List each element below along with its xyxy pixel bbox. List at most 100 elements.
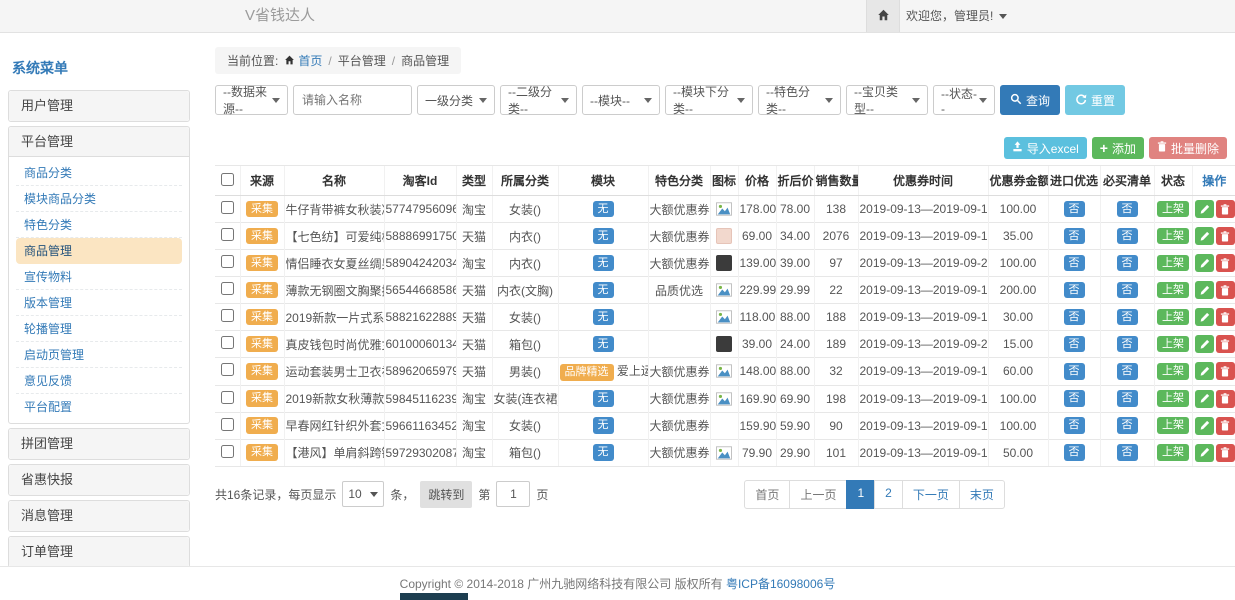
- sidebar-group-header[interactable]: 订单管理: [9, 537, 189, 567]
- jump-button[interactable]: 跳转到: [420, 481, 472, 508]
- sidebar-group-header[interactable]: 拼团管理: [9, 429, 189, 459]
- filter-select[interactable]: --二级分类--: [500, 85, 577, 115]
- delete-button[interactable]: [1216, 335, 1235, 353]
- select-all-checkbox[interactable]: [221, 173, 234, 186]
- filter-select[interactable]: --数据来源--: [215, 85, 288, 115]
- edit-button[interactable]: [1195, 200, 1214, 218]
- status-badge[interactable]: 上架: [1157, 390, 1189, 407]
- batch-delete-button[interactable]: 批量删除: [1149, 137, 1227, 159]
- sidebar-group-header[interactable]: 消息管理: [9, 501, 189, 531]
- must-buy-badge[interactable]: 否: [1117, 201, 1138, 218]
- edit-button[interactable]: [1195, 362, 1214, 380]
- page-button[interactable]: 下一页: [902, 480, 960, 509]
- must-buy-badge[interactable]: 否: [1117, 228, 1138, 245]
- status-badge[interactable]: 上架: [1157, 255, 1189, 272]
- add-button[interactable]: + 添加: [1092, 137, 1144, 159]
- import-select-badge[interactable]: 否: [1064, 255, 1085, 272]
- import-select-badge[interactable]: 否: [1064, 444, 1085, 461]
- row-checkbox[interactable]: [221, 309, 234, 322]
- name-filter-input[interactable]: [293, 85, 412, 115]
- must-buy-badge[interactable]: 否: [1117, 336, 1138, 353]
- page-button[interactable]: 末页: [959, 480, 1005, 509]
- must-buy-badge[interactable]: 否: [1117, 282, 1138, 299]
- must-buy-badge[interactable]: 否: [1117, 390, 1138, 407]
- sidebar-item[interactable]: 启动页管理: [16, 342, 182, 368]
- user-menu[interactable]: 欢迎您，管理员!: [906, 0, 1007, 32]
- per-page-select[interactable]: 10: [342, 481, 384, 507]
- sidebar-group-header[interactable]: 省惠快报: [9, 465, 189, 495]
- status-badge[interactable]: 上架: [1157, 417, 1189, 434]
- row-checkbox[interactable]: [221, 255, 234, 268]
- jump-page-input[interactable]: [496, 481, 530, 507]
- import-select-badge[interactable]: 否: [1064, 336, 1085, 353]
- status-badge[interactable]: 上架: [1157, 444, 1189, 461]
- row-checkbox[interactable]: [221, 201, 234, 214]
- reset-button[interactable]: 重置: [1065, 85, 1125, 115]
- delete-button[interactable]: [1216, 362, 1235, 380]
- home-button[interactable]: [866, 0, 900, 32]
- must-buy-badge[interactable]: 否: [1117, 417, 1138, 434]
- breadcrumb-home-link[interactable]: 首页: [284, 52, 322, 69]
- status-badge[interactable]: 上架: [1157, 336, 1189, 353]
- import-select-badge[interactable]: 否: [1064, 201, 1085, 218]
- filter-select[interactable]: 一级分类: [417, 85, 495, 115]
- must-buy-badge[interactable]: 否: [1117, 309, 1138, 326]
- sidebar-item[interactable]: 特色分类: [16, 212, 182, 238]
- filter-select[interactable]: --特色分类--: [758, 85, 841, 115]
- sidebar-item[interactable]: 商品管理: [16, 238, 182, 264]
- import-select-badge[interactable]: 否: [1064, 417, 1085, 434]
- status-badge[interactable]: 上架: [1157, 363, 1189, 380]
- sidebar-item[interactable]: 轮播管理: [16, 316, 182, 342]
- edit-button[interactable]: [1195, 444, 1214, 462]
- edit-button[interactable]: [1195, 308, 1214, 326]
- sidebar-group-header[interactable]: 平台管理: [9, 127, 189, 157]
- must-buy-badge[interactable]: 否: [1117, 255, 1138, 272]
- sidebar-item[interactable]: 模块商品分类: [16, 186, 182, 212]
- row-checkbox[interactable]: [221, 391, 234, 404]
- must-buy-badge[interactable]: 否: [1117, 444, 1138, 461]
- edit-button[interactable]: [1195, 335, 1214, 353]
- page-button[interactable]: 2: [874, 480, 903, 509]
- page-button[interactable]: 上一页: [789, 480, 847, 509]
- delete-button[interactable]: [1216, 417, 1235, 435]
- row-checkbox[interactable]: [221, 228, 234, 241]
- sidebar-item[interactable]: 意见反馈: [16, 368, 182, 394]
- filter-select[interactable]: --宝贝类型--: [846, 85, 928, 115]
- edit-button[interactable]: [1195, 390, 1214, 408]
- filter-select[interactable]: --模块--: [582, 85, 660, 115]
- delete-button[interactable]: [1216, 308, 1235, 326]
- delete-button[interactable]: [1216, 444, 1235, 462]
- page-button[interactable]: 1: [846, 480, 875, 509]
- edit-button[interactable]: [1195, 417, 1214, 435]
- row-checkbox[interactable]: [221, 363, 234, 376]
- status-badge[interactable]: 上架: [1157, 282, 1189, 299]
- status-badge[interactable]: 上架: [1157, 201, 1189, 218]
- edit-button[interactable]: [1195, 281, 1214, 299]
- import-excel-button[interactable]: 导入excel: [1004, 137, 1087, 159]
- filter-select[interactable]: --状态--: [933, 85, 995, 115]
- import-select-badge[interactable]: 否: [1064, 390, 1085, 407]
- search-button[interactable]: 查询: [1000, 85, 1060, 115]
- sidebar-item[interactable]: 版本管理: [16, 290, 182, 316]
- page-button[interactable]: 首页: [744, 480, 790, 509]
- import-select-badge[interactable]: 否: [1064, 309, 1085, 326]
- delete-button[interactable]: [1216, 200, 1235, 218]
- filter-select[interactable]: --模块下分类--: [665, 85, 753, 115]
- delete-button[interactable]: [1216, 254, 1235, 272]
- import-select-badge[interactable]: 否: [1064, 228, 1085, 245]
- sidebar-group-header[interactable]: 用户管理: [9, 91, 189, 121]
- sidebar-item[interactable]: 平台配置: [16, 394, 182, 420]
- row-checkbox[interactable]: [221, 418, 234, 431]
- must-buy-badge[interactable]: 否: [1117, 363, 1138, 380]
- delete-button[interactable]: [1216, 390, 1235, 408]
- import-select-badge[interactable]: 否: [1064, 363, 1085, 380]
- import-select-badge[interactable]: 否: [1064, 282, 1085, 299]
- row-checkbox[interactable]: [221, 336, 234, 349]
- icp-link[interactable]: 粤ICP备16098006号: [726, 577, 835, 591]
- row-checkbox[interactable]: [221, 445, 234, 458]
- sidebar-item[interactable]: 商品分类: [16, 160, 182, 186]
- delete-button[interactable]: [1216, 281, 1235, 299]
- delete-button[interactable]: [1216, 227, 1235, 245]
- row-checkbox[interactable]: [221, 282, 234, 295]
- edit-button[interactable]: [1195, 254, 1214, 272]
